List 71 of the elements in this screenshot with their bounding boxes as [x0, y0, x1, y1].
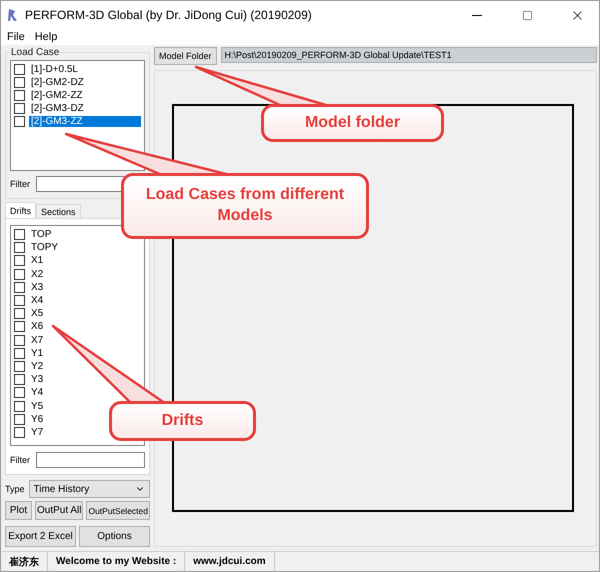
maximize-icon — [522, 10, 532, 20]
path-field[interactable]: H:\Post\20190209_PERFORM-3D Global Update\TEST1 — [220, 47, 597, 63]
callout: Load Cases from different Models — [121, 173, 369, 239]
checkbox[interactable] — [14, 242, 25, 254]
list-item[interactable]: Y2 — [29, 360, 46, 372]
list-item[interactable]: [2]-GM2-ZZ — [29, 90, 85, 101]
tab[interactable]: Sections — [36, 204, 81, 218]
drift-list[interactable]: TOP TOPY X1 X2 X3 X4 X5 X6 X7 Y1 Y2 Y3 Y4 Y5 Y6 Y7 — [10, 225, 145, 446]
export-button[interactable]: Export 2 Excel — [5, 526, 76, 547]
checkbox[interactable] — [14, 360, 25, 372]
options-button[interactable]: Options — [79, 526, 150, 547]
list-item[interactable]: X7 — [29, 334, 46, 346]
output-all-button[interactable]: OutPut All — [34, 501, 84, 520]
list-item[interactable]: Y1 — [29, 348, 46, 359]
list-item[interactable]: Y3 — [29, 374, 46, 386]
checkbox[interactable] — [14, 295, 25, 306]
list-item[interactable]: TOPY — [29, 242, 60, 254]
list-item[interactable]: Y5 — [29, 400, 46, 412]
list-item[interactable]: X1 — [29, 255, 46, 266]
list-item[interactable]: Y4 — [29, 387, 46, 398]
list-item[interactable]: Y7 — [29, 426, 46, 438]
checkbox[interactable] — [14, 321, 25, 332]
list-item[interactable]: X6 — [29, 321, 46, 332]
checkbox[interactable] — [14, 282, 25, 293]
checkbox[interactable] — [14, 255, 25, 266]
checkbox[interactable] — [14, 334, 25, 346]
checkbox[interactable] — [14, 414, 25, 425]
group-label: Load Case — [10, 47, 60, 58]
callout: Model folder — [261, 104, 444, 142]
callout: Drifts — [109, 401, 256, 441]
plot-button[interactable]: Plot — [5, 501, 32, 520]
checkbox[interactable] — [14, 90, 25, 101]
load-case-list[interactable]: [1]-D+0.5L [2]-GM2-DZ [2]-GM2-ZZ [2]-GM3-DZ [2]-GM3-ZZ — [10, 60, 145, 171]
app-logo-icon — [7, 8, 19, 22]
list-item[interactable]: [2]-GM2-DZ — [29, 77, 86, 88]
list-item[interactable]: X4 — [29, 295, 46, 306]
filter-label: Filter — [10, 455, 30, 465]
list-item[interactable]: TOP — [29, 229, 54, 240]
model-folder-button[interactable]: Model Folder — [154, 47, 217, 65]
checkbox[interactable] — [14, 400, 25, 412]
checkbox[interactable] — [14, 77, 25, 88]
list-item[interactable]: [1]-D+0.5L — [29, 64, 80, 75]
checkbox[interactable] — [14, 308, 25, 320]
list-item[interactable]: [2]-GM3-DZ — [29, 103, 86, 114]
checkbox[interactable] — [14, 116, 25, 127]
type-label: Type — [5, 484, 25, 494]
tab[interactable]: Drifts — [5, 202, 36, 218]
minimize-icon — [472, 14, 482, 16]
checkbox[interactable] — [14, 387, 25, 398]
window-title: PERFORM-3D Global (by Dr. JiDong Cui) (20190209) — [25, 8, 313, 22]
list-item[interactable]: X2 — [29, 268, 46, 280]
checkbox[interactable] — [14, 374, 25, 386]
list-item[interactable]: [2]-GM3-ZZ — [29, 116, 141, 127]
filter-field[interactable] — [36, 452, 145, 468]
filter-label: Filter — [10, 179, 30, 189]
list-item[interactable]: X5 — [29, 308, 46, 320]
type-dropdown[interactable]: Time History — [28, 480, 150, 498]
menu-item[interactable]: Help — [34, 31, 58, 43]
menu-item[interactable]: File — [7, 31, 25, 43]
checkbox[interactable] — [14, 268, 25, 280]
status-text: www.jdcui.com — [185, 552, 275, 571]
status-text: 崔济东 — [1, 552, 48, 571]
list-item[interactable]: X3 — [29, 282, 46, 293]
checkbox[interactable] — [14, 426, 25, 438]
checkbox[interactable] — [14, 229, 25, 240]
checkbox[interactable] — [14, 348, 25, 359]
status-text: Welcome to my Website : — [48, 552, 186, 571]
list-item[interactable]: Y6 — [29, 414, 46, 425]
output-selected-button[interactable]: OutPutSelected — [86, 501, 150, 520]
checkbox[interactable] — [14, 64, 25, 75]
checkbox[interactable] — [14, 103, 25, 114]
